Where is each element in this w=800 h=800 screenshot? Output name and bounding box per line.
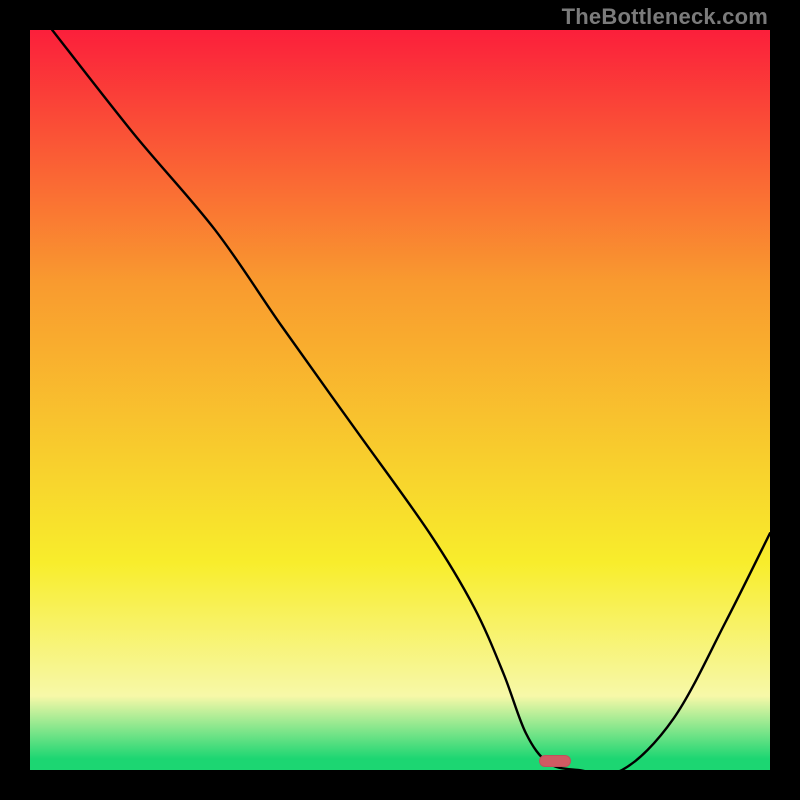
outer-frame: TheBottleneck.com (0, 0, 800, 800)
curve-layer (30, 30, 770, 770)
watermark-text: TheBottleneck.com (562, 4, 768, 30)
bottleneck-marker (539, 755, 571, 767)
plot-area (30, 30, 770, 770)
bottleneck-curve (52, 30, 770, 770)
